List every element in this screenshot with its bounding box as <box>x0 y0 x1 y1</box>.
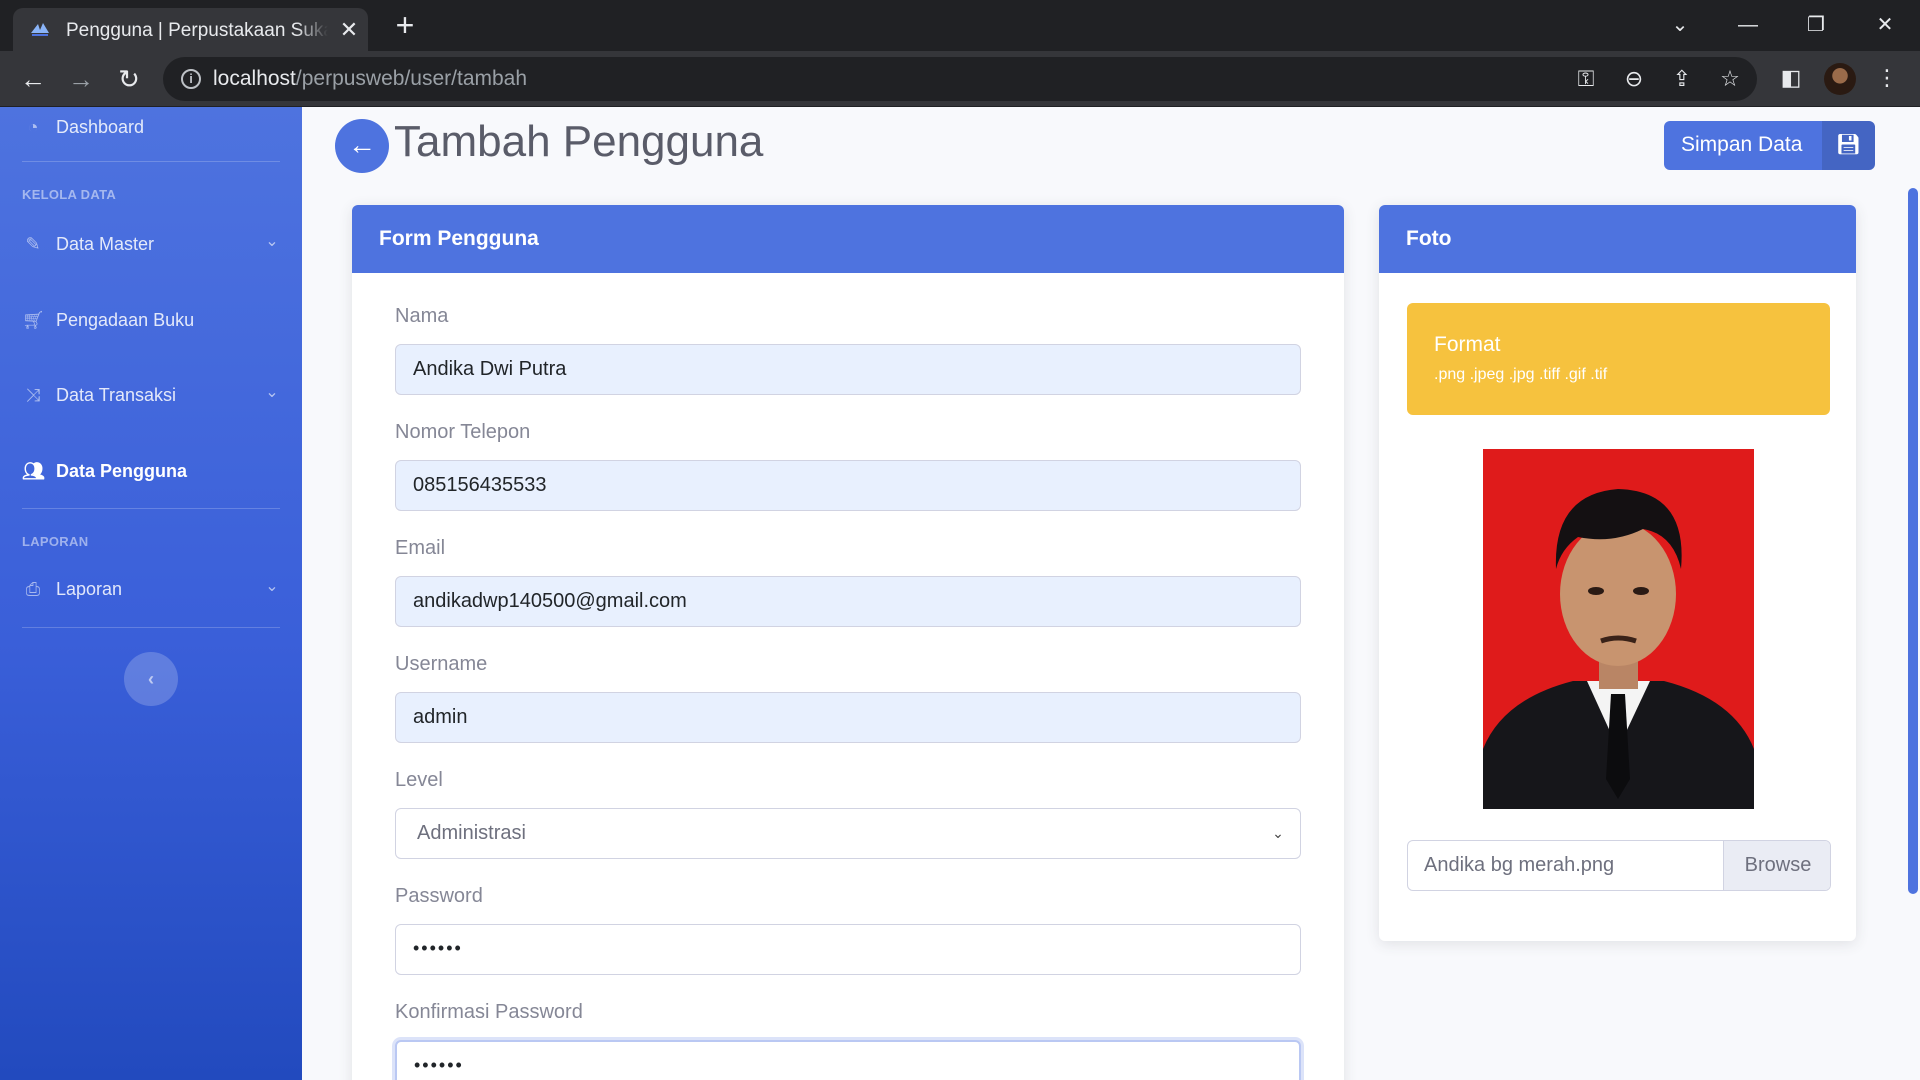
level-select[interactable]: Administrasi ⌄ <box>395 808 1301 859</box>
arrow-left-icon: ← <box>348 129 376 160</box>
sidebar-toggle-button[interactable]: ‹ <box>124 652 178 706</box>
save-icon: 💾︎ <box>1822 121 1875 170</box>
email-value: andikadwp140500@gmail.com <box>413 590 687 612</box>
photo-file-name: Andika bg merah.png <box>1424 854 1615 876</box>
back-arrow-icon[interactable]: ← <box>15 61 51 97</box>
zoom-out-icon[interactable]: ⊖ <box>1621 66 1647 92</box>
sidebar-item-data-transaksi[interactable]: ⤨ Data Transaksi ⌄ <box>0 375 302 415</box>
email-input[interactable]: andikadwp140500@gmail.com <box>395 576 1301 627</box>
url-host: localhost <box>213 67 296 90</box>
chevron-down-icon: ⌄ <box>265 578 279 595</box>
reload-icon[interactable]: ↻ <box>111 61 147 97</box>
username-label: Username <box>395 653 488 675</box>
share-icon[interactable]: ⇪ <box>1669 66 1695 92</box>
sidebar-item-label: Pengadaan Buku <box>56 310 195 330</box>
browser-tab[interactable]: Pengguna | Perpustakaan Suka Suka ✕ <box>13 8 368 51</box>
kebab-menu-icon[interactable]: ⋮ <box>1872 61 1902 95</box>
telepon-input[interactable]: 085156435533 <box>395 460 1301 511</box>
info-icon[interactable]: i <box>181 69 201 89</box>
back-button[interactable]: ← <box>335 119 389 173</box>
tab-title: Pengguna | Perpustakaan Suka Suka <box>66 20 328 41</box>
browser-tab-strip: Pengguna | Perpustakaan Suka Suka ✕ + ⌄ … <box>0 0 1920 51</box>
url-path: /perpusweb/user/tambah <box>295 67 528 90</box>
random-icon: ⤨ <box>25 385 41 405</box>
konfirmasi-password-input[interactable]: •••••• <box>395 1040 1301 1080</box>
sidebar-divider <box>22 627 280 628</box>
address-bar[interactable]: i localhost/perpusweb/user/tambah ⚿ ⊖ ⇪ … <box>163 57 1757 101</box>
photo-file-input[interactable]: Andika bg merah.png Browse <box>1407 840 1831 891</box>
browser-toolbar: ← → ↻ i localhost/perpusweb/user/tambah … <box>0 51 1920 107</box>
password-input[interactable]: •••••• <box>395 924 1301 975</box>
sidebar-item-dashboard[interactable]: ◔ Dashboard <box>0 107 302 147</box>
username-input[interactable]: admin <box>395 692 1301 743</box>
foto-card-title: Foto <box>1406 227 1452 250</box>
telepon-value: 085156435533 <box>413 474 547 496</box>
edit-icon: ✎ <box>25 234 41 254</box>
sidebar-item-label: Dashboard <box>56 117 145 137</box>
sidebar-divider <box>22 161 280 162</box>
sidebar-item-label: Data Pengguna <box>56 461 188 481</box>
sidebar-item-data-master[interactable]: ✎ Data Master ⌄ <box>0 224 302 264</box>
browse-button[interactable]: Browse <box>1723 841 1830 890</box>
sidebar-divider <box>22 508 280 509</box>
url-text[interactable]: localhost/perpusweb/user/tambah <box>213 67 527 91</box>
sidebar-item-pengadaan-buku[interactable]: 🛒︎ Pengadaan Buku <box>0 300 302 340</box>
format-alert: Format .png .jpeg .jpg .tiff .gif .tif <box>1407 303 1830 415</box>
close-icon[interactable]: ✕ <box>338 19 360 41</box>
form-card: Form Pengguna Nama Andika Dwi Putra Nomo… <box>352 205 1344 1080</box>
email-label: Email <box>395 537 446 559</box>
star-icon[interactable]: ☆ <box>1717 66 1743 92</box>
sidebar-item-label: Data Master <box>56 234 155 254</box>
page-title: Tambah Pengguna <box>394 117 764 166</box>
level-value: Administrasi <box>417 822 526 844</box>
page-scrollbar[interactable] <box>1908 188 1918 894</box>
telepon-label: Nomor Telepon <box>395 421 531 443</box>
user-photo-preview <box>1483 449 1754 809</box>
sidebar-heading-laporan: LAPORAN <box>22 534 89 549</box>
sidebar-item-data-pengguna[interactable]: 👥︎ Data Pengguna <box>0 451 302 491</box>
restore-icon[interactable]: ❐ <box>1801 10 1831 40</box>
sidebar-item-label: Laporan <box>56 579 123 599</box>
foto-card: Foto Format .png .jpeg .jpg .tiff .gif .… <box>1379 205 1856 941</box>
password-label: Password <box>395 885 483 907</box>
nama-value: Andika Dwi Putra <box>413 358 567 380</box>
username-value: admin <box>413 706 468 728</box>
users-icon: 👥︎ <box>22 461 45 481</box>
forward-arrow-icon[interactable]: → <box>63 61 99 97</box>
book-favicon-icon <box>31 23 49 36</box>
level-label: Level <box>395 769 443 791</box>
format-heading: Format <box>1434 333 1501 356</box>
tachometer-icon: ◔ <box>27 117 39 137</box>
konfirmasi-password-value: •••••• <box>414 1055 464 1075</box>
profile-avatar[interactable] <box>1824 63 1856 95</box>
sidebar: ◔ Dashboard KELOLA DATA ✎ Data Master ⌄ … <box>0 107 302 1080</box>
new-tab-plus-icon[interactable]: + <box>390 9 420 41</box>
foto-card-header: Foto <box>1379 205 1856 273</box>
portrait-image <box>1483 449 1754 809</box>
format-list: .png .jpeg .jpg .tiff .gif .tif <box>1434 366 1608 383</box>
save-button-label: Simpan Data <box>1681 133 1803 156</box>
key-icon[interactable]: ⚿ <box>1573 66 1599 92</box>
save-button[interactable]: Simpan Data 💾︎ <box>1664 121 1875 170</box>
password-value: •••••• <box>413 938 463 958</box>
sidebar-item-laporan[interactable]: ⎙ Laporan ⌄ <box>0 569 302 609</box>
nama-label: Nama <box>395 305 449 327</box>
app-viewport: ◔ Dashboard KELOLA DATA ✎ Data Master ⌄ … <box>0 107 1920 1080</box>
nama-input[interactable]: Andika Dwi Putra <box>395 344 1301 395</box>
minimize-icon[interactable]: — <box>1733 10 1763 40</box>
side-panel-icon[interactable]: ◧ <box>1776 61 1806 95</box>
chevron-down-icon: ⌄ <box>265 233 279 250</box>
tab-search-chevron-icon[interactable]: ⌄ <box>1665 10 1695 40</box>
window-close-icon[interactable]: ✕ <box>1870 10 1900 40</box>
konfirmasi-password-label: Konfirmasi Password <box>395 1001 583 1023</box>
sidebar-heading-kelola-data: KELOLA DATA <box>22 187 117 202</box>
sidebar-item-label: Data Transaksi <box>56 385 177 405</box>
form-card-title: Form Pengguna <box>379 227 539 250</box>
chevron-down-icon: ⌄ <box>1272 825 1284 841</box>
print-icon: ⎙ <box>25 579 41 599</box>
chevron-down-icon: ⌄ <box>265 384 279 401</box>
form-card-header: Form Pengguna <box>352 205 1344 273</box>
cart-icon: 🛒︎ <box>22 310 45 330</box>
